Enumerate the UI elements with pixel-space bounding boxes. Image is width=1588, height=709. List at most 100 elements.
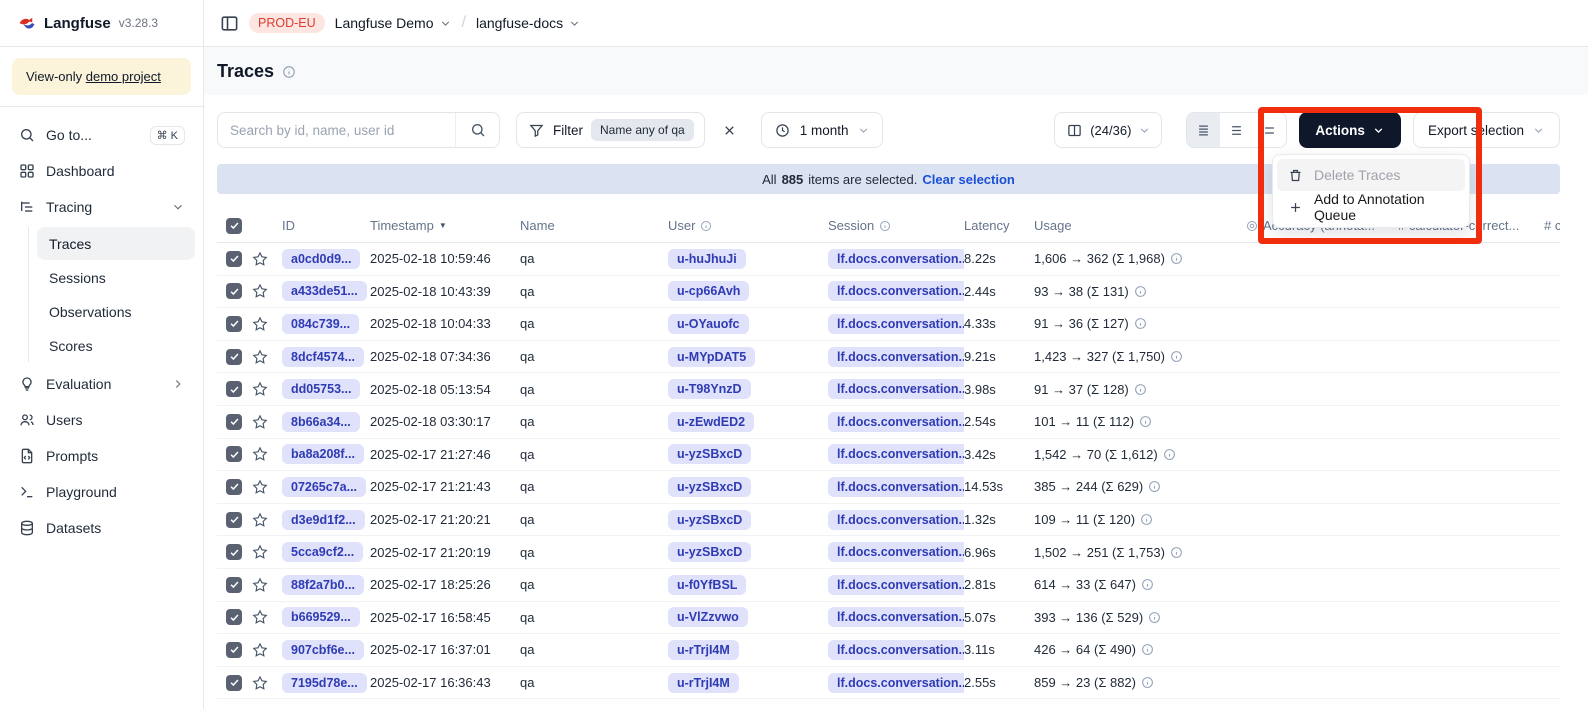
row-checkbox[interactable] [226, 675, 242, 691]
session-badge[interactable]: lf.docs.conversation... [828, 379, 964, 399]
column-header-user[interactable]: User [668, 218, 828, 233]
session-badge[interactable]: lf.docs.conversation... [828, 607, 964, 627]
sidebar-item-users[interactable]: Users [8, 402, 195, 438]
star-icon[interactable] [252, 446, 282, 462]
info-icon[interactable] [1163, 448, 1176, 461]
filter-chip[interactable]: Name any of qa [591, 119, 694, 141]
trace-id-badge[interactable]: ba8a208f... [282, 444, 364, 464]
session-badge[interactable]: lf.docs.conversation... [828, 673, 964, 693]
user-badge[interactable]: u-rTrjI4M [668, 673, 739, 693]
sidebar-item-tracing[interactable]: Tracing [8, 189, 195, 225]
row-checkbox[interactable] [226, 642, 242, 658]
actions-button[interactable]: Actions [1299, 112, 1401, 148]
table-row[interactable]: 907cbf6e... 2025-02-17 16:37:01 qa u-rTr… [217, 634, 1560, 667]
column-header-usage[interactable]: Usage [1034, 218, 1246, 233]
sidebar-subitem-scores[interactable]: Scores [37, 329, 195, 362]
session-badge[interactable]: lf.docs.conversation... [828, 281, 964, 301]
sidebar-item-prompts[interactable]: Prompts [8, 438, 195, 474]
user-badge[interactable]: u-MYpDAT5 [668, 347, 755, 367]
info-icon[interactable] [1148, 611, 1161, 624]
session-badge[interactable]: lf.docs.conversation... [828, 510, 964, 530]
info-icon[interactable] [1141, 578, 1154, 591]
trace-id-badge[interactable]: 88f2a7b0... [282, 575, 364, 595]
table-row[interactable]: 88f2a7b0... 2025-02-17 18:25:26 qa u-f0Y… [217, 569, 1560, 602]
user-badge[interactable]: u-f0YfBSL [668, 575, 746, 595]
trace-id-badge[interactable]: b669529... [282, 607, 360, 627]
session-badge[interactable]: lf.docs.conversation... [828, 249, 964, 269]
search-submit-icon[interactable] [455, 113, 499, 147]
info-icon[interactable] [1141, 676, 1154, 689]
trace-id-badge[interactable]: 8dcf4574... [282, 347, 364, 367]
trace-id-badge[interactable]: 907cbf6e... [282, 640, 364, 660]
row-checkbox[interactable] [226, 414, 242, 430]
info-icon[interactable] [282, 65, 296, 79]
row-checkbox[interactable] [226, 577, 242, 593]
info-icon[interactable] [1170, 546, 1183, 559]
trace-id-badge[interactable]: a0cd0d9... [282, 249, 360, 269]
column-header-extra[interactable]: # c... [1544, 218, 1560, 233]
star-icon[interactable] [252, 349, 282, 365]
session-badge[interactable]: lf.docs.conversation... [828, 444, 964, 464]
star-icon[interactable] [252, 251, 282, 267]
goto-command[interactable]: Go to... ⌘ K [8, 117, 195, 153]
row-checkbox[interactable] [226, 512, 242, 528]
user-badge[interactable]: u-yzSBxcD [668, 542, 751, 562]
table-row[interactable]: 084c739... 2025-02-18 10:04:33 qa u-OYau… [217, 308, 1560, 341]
trace-id-badge[interactable]: 5cca9cf2... [282, 542, 363, 562]
table-row[interactable]: 8b66a34... 2025-02-18 03:30:17 qa u-zEwd… [217, 406, 1560, 439]
star-icon[interactable] [252, 609, 282, 625]
user-badge[interactable]: u-VlZzvwo [668, 607, 748, 627]
session-badge[interactable]: lf.docs.conversation... [828, 314, 964, 334]
star-icon[interactable] [252, 316, 282, 332]
info-icon[interactable] [1139, 415, 1152, 428]
info-icon[interactable] [1134, 383, 1147, 396]
table-row[interactable]: b669529... 2025-02-17 16:58:45 qa u-VlZz… [217, 602, 1560, 635]
user-badge[interactable]: u-yzSBxcD [668, 444, 751, 464]
table-row[interactable]: dd05753... 2025-02-18 05:13:54 qa u-T98Y… [217, 373, 1560, 406]
trace-id-badge[interactable]: d3e9d1f2... [282, 510, 365, 530]
star-icon[interactable] [252, 675, 282, 691]
user-badge[interactable]: u-zEwdED2 [668, 412, 754, 432]
row-checkbox[interactable] [226, 479, 242, 495]
info-icon[interactable] [1141, 643, 1154, 656]
org-selector[interactable]: Langfuse Demo [335, 15, 452, 31]
row-checkbox[interactable] [226, 316, 242, 332]
info-icon[interactable] [1134, 285, 1147, 298]
row-checkbox[interactable] [226, 349, 242, 365]
row-checkbox[interactable] [226, 381, 242, 397]
session-badge[interactable]: lf.docs.conversation... [828, 412, 964, 432]
columns-button[interactable]: (24/36) [1054, 112, 1162, 148]
user-badge[interactable]: u-yzSBxcD [668, 510, 751, 530]
menu-item-delete-traces[interactable]: Delete Traces [1277, 159, 1465, 191]
user-badge[interactable]: u-rTrjI4M [668, 640, 739, 660]
info-icon[interactable] [1134, 317, 1147, 330]
trace-id-badge[interactable]: 8b66a34... [282, 412, 360, 432]
row-height-medium-icon[interactable] [1220, 113, 1253, 147]
star-icon[interactable] [252, 479, 282, 495]
star-icon[interactable] [252, 283, 282, 299]
trace-id-badge[interactable]: 7195d78e... [282, 673, 367, 693]
export-selection-button[interactable]: Export selection [1413, 112, 1560, 148]
user-badge[interactable]: u-cp66Avh [668, 281, 749, 301]
clear-selection-link[interactable]: Clear selection [922, 172, 1015, 187]
sidebar-item-playground[interactable]: Playground [8, 474, 195, 510]
table-row[interactable]: a433de51... 2025-02-18 10:43:39 qa u-cp6… [217, 276, 1560, 309]
column-header-id[interactable]: ID [282, 218, 370, 233]
project-selector[interactable]: langfuse-docs [476, 15, 581, 31]
user-badge[interactable]: u-T98YnzD [668, 379, 751, 399]
row-checkbox[interactable] [226, 251, 242, 267]
trace-id-badge[interactable]: 07265c7a... [282, 477, 366, 497]
column-header-timestamp[interactable]: Timestamp▼ [370, 218, 520, 233]
sidebar-subitem-observations[interactable]: Observations [37, 295, 195, 328]
user-badge[interactable]: u-OYauofc [668, 314, 749, 334]
table-row[interactable]: ba8a208f... 2025-02-17 21:27:46 qa u-yzS… [217, 439, 1560, 472]
session-badge[interactable]: lf.docs.conversation... [828, 542, 964, 562]
info-icon[interactable] [1170, 252, 1183, 265]
trace-id-badge[interactable]: 084c739... [282, 314, 359, 334]
filter-button[interactable]: Filter Name any of qa [516, 112, 705, 148]
search-input[interactable] [218, 123, 455, 138]
star-icon[interactable] [252, 381, 282, 397]
user-badge[interactable]: u-huJhuJi [668, 249, 746, 269]
table-row[interactable]: d3e9d1f2... 2025-02-17 21:20:21 qa u-yzS… [217, 504, 1560, 537]
star-icon[interactable] [252, 512, 282, 528]
